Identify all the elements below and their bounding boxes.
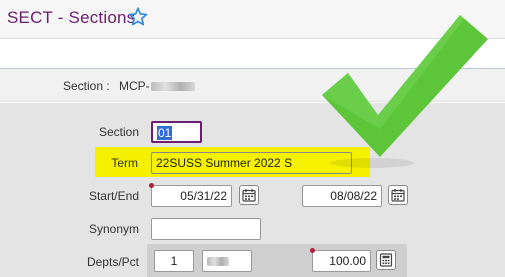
page-title: SECT - Sections [7,8,136,27]
start-end-label: Start/End [88,189,139,203]
calendar-icon[interactable] [388,185,408,205]
depts-pct-label: Depts/Pct [86,255,139,269]
end-date-input[interactable]: 08/08/22 [302,185,382,207]
section-header-label: Section : [63,79,110,93]
synonym-input[interactable] [151,218,261,240]
dept-number-input[interactable]: 1 [154,250,194,272]
term-label: Term [111,156,138,170]
section-input[interactable]: 01 [151,121,202,143]
dept-percent-input[interactable]: 100.00 [310,248,371,272]
section-input-value: 01 [157,126,173,140]
section-header: Section : MCP- [0,68,505,102]
section-header-prefix: MCP- [119,79,150,93]
title-bar: SECT - Sections [0,0,505,38]
dept-code-input[interactable] [202,250,252,272]
synonym-label: Synonym [88,222,139,236]
redacted-text [207,257,229,267]
calendar-icon[interactable] [239,185,259,205]
calculator-icon[interactable] [376,250,396,270]
start-date-input[interactable]: 05/31/22 [149,183,232,207]
star-outline-icon[interactable] [127,6,149,28]
redacted-text [150,82,195,92]
section-header-value: MCP- [119,79,195,93]
section-label: Section [98,125,139,139]
toolbar-area [0,38,505,68]
term-input[interactable]: 22SUSS Summer 2022 S [151,152,352,174]
